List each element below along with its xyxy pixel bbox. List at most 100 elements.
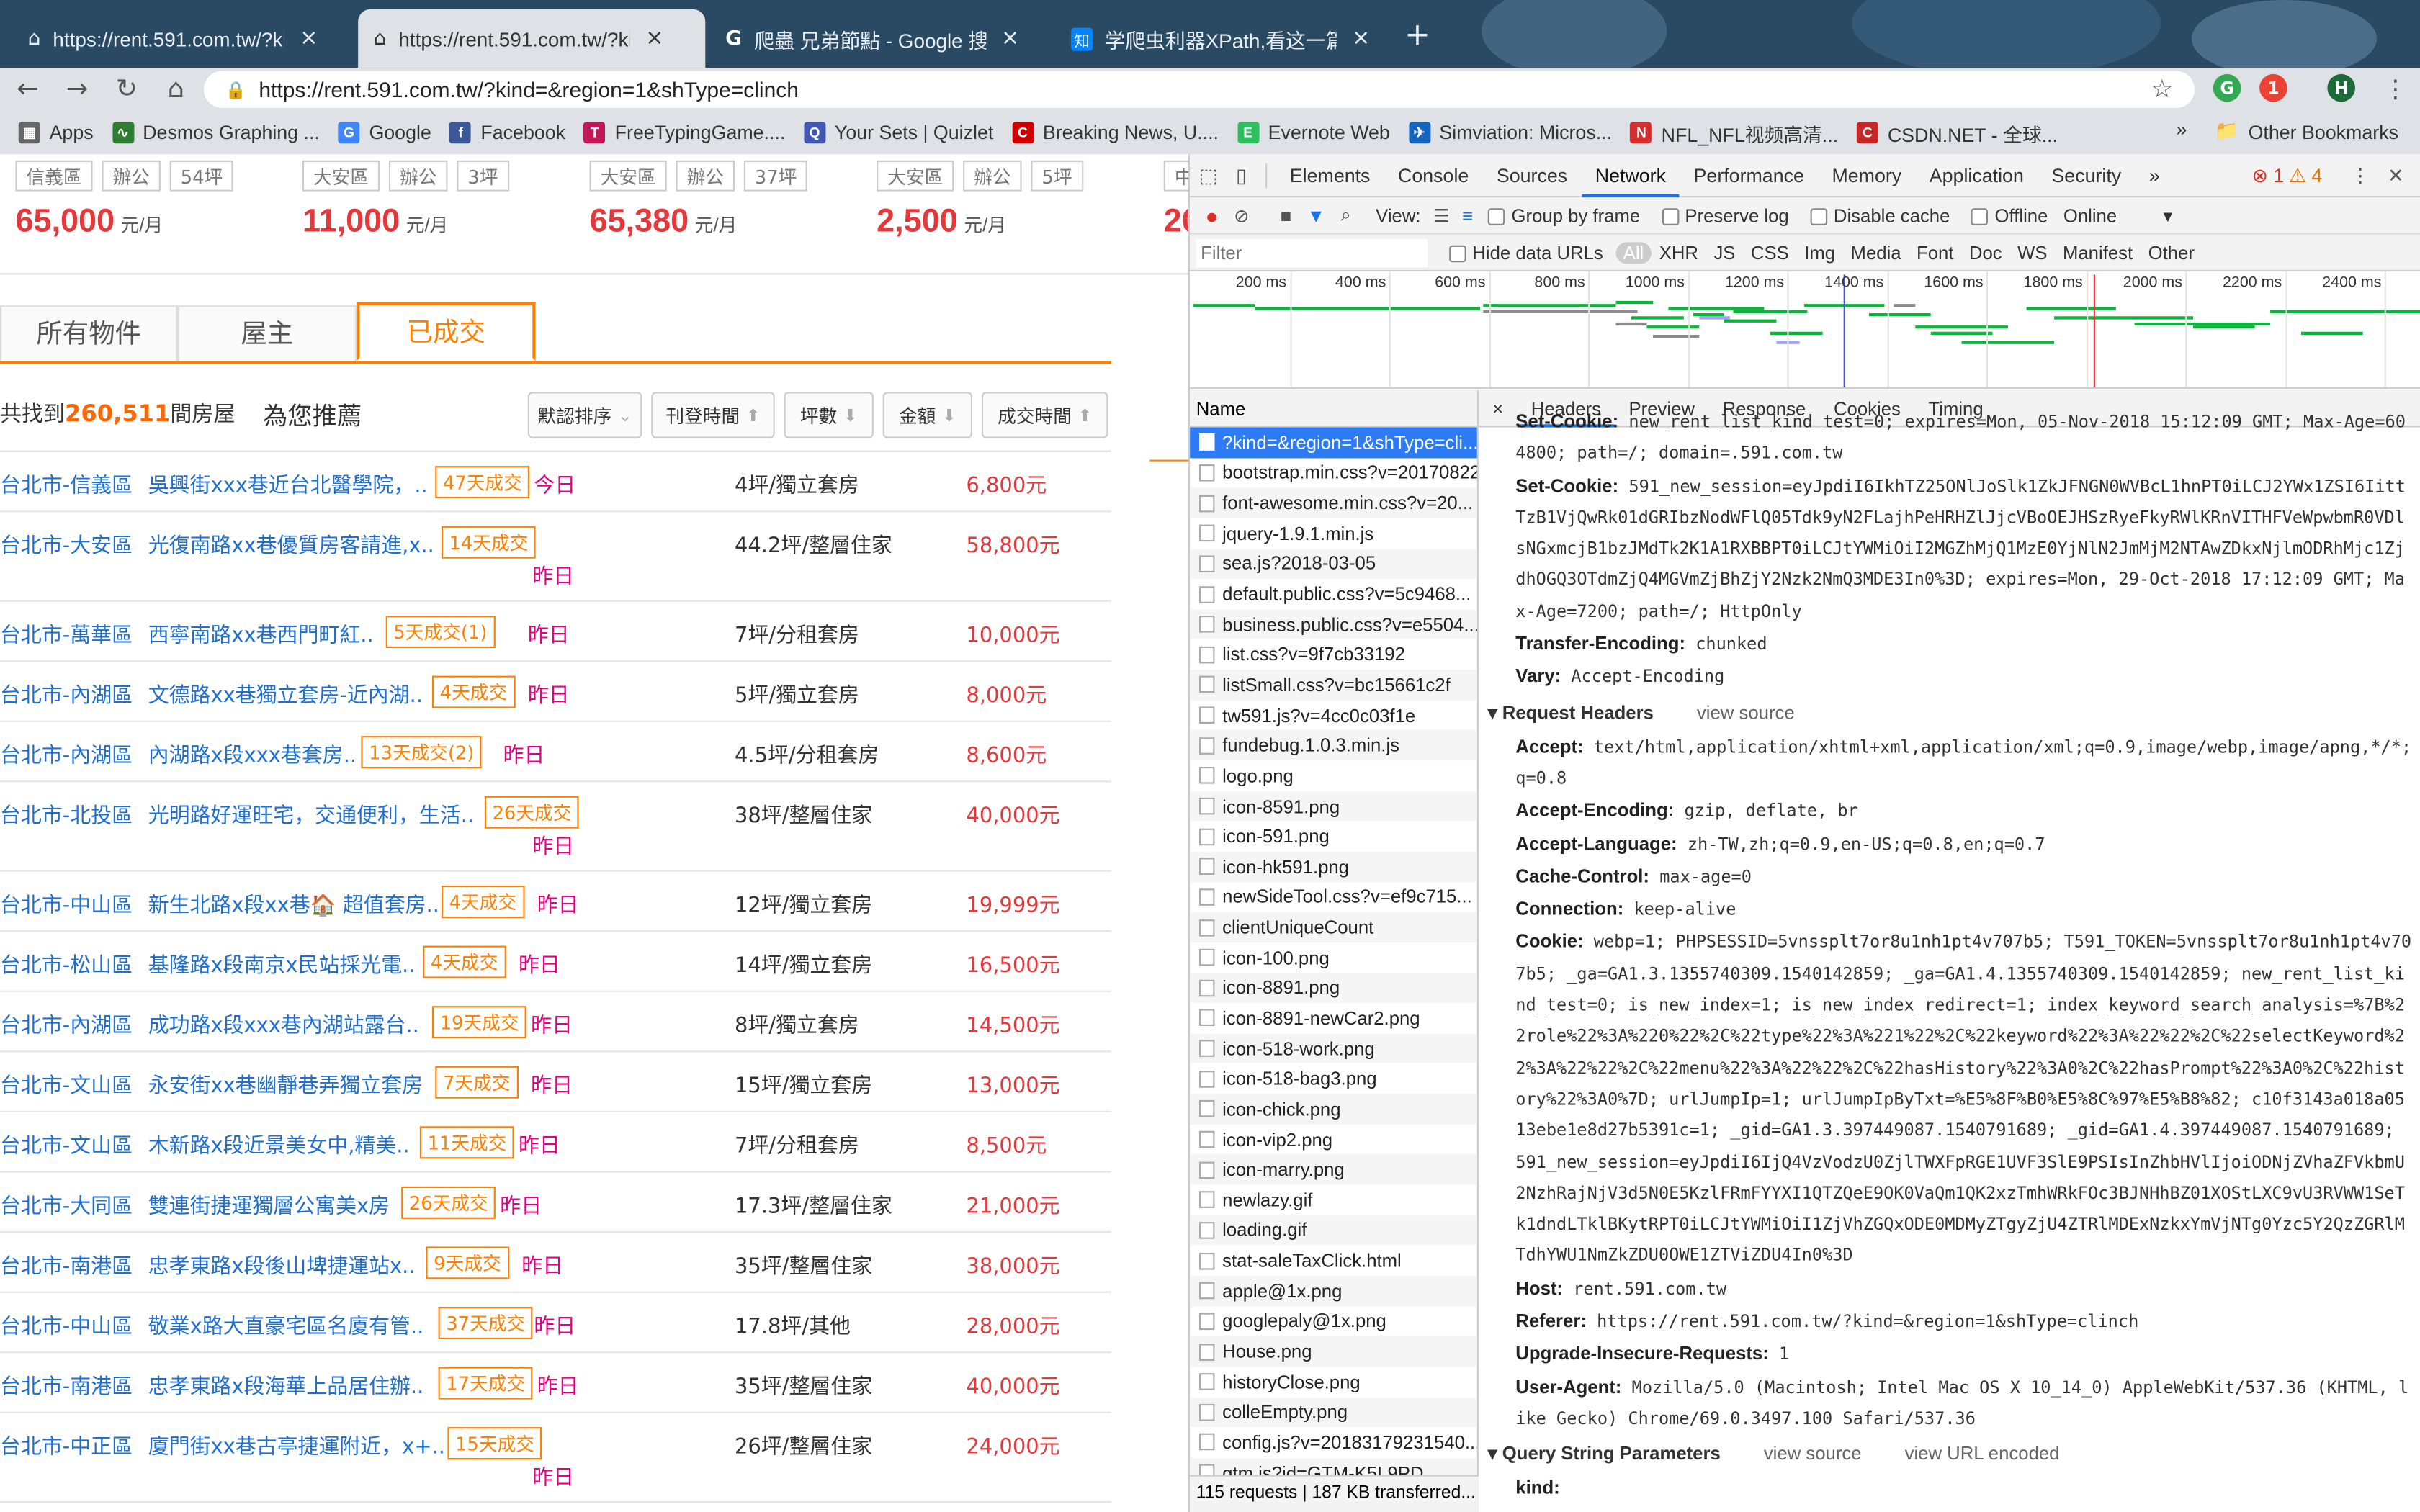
bookmark-google[interactable]: G Google [338,122,431,144]
type-filter-xhr[interactable]: XHR [1652,241,1706,263]
sort-deal-time-button[interactable]: 成交時間 ⬆ [981,392,1108,438]
listing-area-link[interactable]: 台北市-內湖區 [0,678,133,708]
listing-title-link[interactable]: 廈門街xx巷古亭捷運附近，x+.. [148,1428,445,1459]
address-bar[interactable]: 🔒 https://rent.591.com.tw/?kind=&region=… [203,71,2195,108]
top-listing-card[interactable]: 大安區 辦公 5坪 2,500 元/月 [877,154,1162,240]
listing-title-link[interactable]: 永安街xx巷幽靜巷弄獨立套房 [148,1068,423,1098]
bookmark-facebook[interactable]: f Facebook [449,122,565,144]
close-icon[interactable]: × [645,26,663,50]
request-row[interactable]: bootstrap.min.css?v=20170822 [1190,458,1477,488]
request-row[interactable]: icon-marry.png [1190,1154,1477,1185]
listing-row[interactable]: 台北市-信義區 吳興街xxx巷近台北醫學院，.. 47天成交 今日 4坪/獨立套房 6,8… [0,452,1111,513]
close-icon[interactable]: × [300,26,318,50]
bookmark-evernote[interactable]: E Evernote Web [1237,122,1390,144]
menu-icon[interactable]: ⋮ [2383,74,2408,104]
request-row[interactable]: sea.js?2018-03-05 [1190,548,1477,580]
listing-area-link[interactable]: 台北市-文山區 [0,1068,133,1098]
type-filter-img[interactable]: Img [1797,241,1843,263]
hide-data-urls-checkbox[interactable]: Hide data URLs [1449,241,1603,263]
type-filter-all[interactable]: All [1615,241,1652,264]
listing-area-link[interactable]: 台北市-北投區 [0,798,133,828]
extension-badge-icon[interactable]: 1 [2259,73,2287,102]
listing-title-link[interactable]: 敬業x路大直豪宅區名廈有管.. [148,1308,424,1339]
type-filter-manifest[interactable]: Manifest [2055,241,2141,263]
request-row[interactable]: list.css?v=9f7cb33192 [1190,639,1477,670]
tab-all-listings[interactable]: 所有物件 [0,305,178,361]
group-by-frame-checkbox[interactable]: Group by frame [1488,204,1640,226]
listing-title-link[interactable]: 忠孝東路x段後山埤捷運站x.. [148,1248,416,1279]
listing-title-link[interactable]: 文德路xx巷獨立套房-近內湖.. [148,678,423,708]
bookmark-apps[interactable]: ▦ Apps [18,122,94,144]
request-row[interactable]: colleEmpty.png [1190,1397,1477,1428]
device-toolbar-icon[interactable]: ▯ [1227,163,1255,186]
inspect-icon[interactable]: ⬚ [1190,163,1227,186]
request-row[interactable]: icon-518-work.png [1190,1033,1477,1064]
listing-title-link[interactable]: 木新路x段近景美女中,精美.. [148,1128,410,1158]
request-row[interactable]: icon-591.png [1190,822,1477,852]
waterfall-view-icon[interactable]: ≡ [1462,204,1473,226]
home-icon[interactable]: ⌂ [154,74,197,105]
request-row[interactable]: jquery-1.9.1.min.js [1190,518,1477,549]
request-row[interactable]: logo.png [1190,761,1477,791]
listing-row[interactable]: 台北市-中山區 新生北路x段xx巷🏠 超值套房.. 4天成交 昨日 12坪/獨立套房 19… [0,872,1111,932]
listing-row[interactable]: 台北市-萬華區 西寧南路xx巷西門町紅.. 5天成交(1) 昨日 7坪/分租套房 10,0… [0,602,1111,662]
request-row[interactable]: icon-8891.png [1190,973,1477,1004]
sort-post-time-button[interactable]: 刊登時間 ⬆ [651,392,775,438]
top-listing-card[interactable]: 大安區 辦公 37坪 65,380 元/月 [589,154,875,240]
forward-icon[interactable]: → [55,74,99,105]
type-filter-css[interactable]: CSS [1743,241,1796,263]
video-camera-icon[interactable]: ■ [1281,204,1292,226]
listing-area-link[interactable]: 台北市-大同區 [0,1188,133,1219]
request-row[interactable]: icon-100.png [1190,942,1477,973]
request-row[interactable]: stat-saleTaxClick.html [1190,1246,1477,1276]
type-filter-js[interactable]: JS [1706,241,1743,263]
warning-count-icon[interactable]: ⚠ 4 [2289,163,2322,186]
devtools-tab-console[interactable]: Console [1384,153,1483,197]
profile-avatar[interactable]: H [2327,73,2355,102]
listing-row[interactable]: 台北市-中山區 敬業x路大直豪宅區名廈有管.. 37天成交 昨日 17.8坪/其他 28,… [0,1293,1111,1354]
devtools-tab-application[interactable]: Application [1916,153,2038,197]
listing-area-link[interactable]: 台北市-中正區 [0,1428,133,1459]
devtools-menu-icon[interactable]: ⋮ [2351,163,2370,186]
type-filter-ws[interactable]: WS [2009,241,2055,263]
request-headers-section[interactable]: ▾ Request Headers view source [1479,694,2420,731]
record-icon[interactable]: ● [1206,203,1219,228]
request-row[interactable]: tw591.js?v=4cc0c03f1e [1190,700,1477,730]
close-icon[interactable]: × [1352,26,1370,50]
request-row[interactable]: apple@1x.png [1190,1276,1477,1307]
search-icon[interactable]: ⌕ [1340,204,1350,227]
disable-cache-checkbox[interactable]: Disable cache [1810,204,1950,226]
clear-icon[interactable]: ⊘ [1234,204,1250,226]
offline-checkbox[interactable]: Offline [1971,204,2048,226]
listing-title-link[interactable]: 光復南路xx巷優質房客請進,x.. [148,528,434,558]
more-bookmarks-button[interactable]: » [2176,119,2187,140]
tab-closed-deals[interactable]: 已成交 [356,302,536,361]
listing-area-link[interactable]: 台北市-南港區 [0,1369,133,1399]
query-params-section[interactable]: ▾ Query String Parameters view source view… [1479,1435,2420,1472]
filter-icon[interactable]: ▼ [1307,204,1325,226]
listing-row[interactable]: 台北市-文山區 永安街xx巷幽靜巷弄獨立套房 7天成交 昨日 15坪/獨立套房 13,00… [0,1052,1111,1112]
request-row[interactable]: icon-8891-newCar2.png [1190,1003,1477,1033]
listing-row[interactable]: 台北市-內湖區 內湖路x段xxx巷套房.. 13天成交(2) 昨日 4.5坪/分租套房 8… [0,722,1111,783]
listing-row[interactable]: 台北市-內湖區 成功路x段xxx巷內湖站露台.. 19天成交 昨日 8坪/獨立套房 14,… [0,992,1111,1053]
request-row[interactable]: loading.gif [1190,1215,1477,1246]
listing-row[interactable]: 台北市-大安區 光復南路xx巷優質房客請進,x.. 14天成交 昨日 44.2坪/整層住… [0,512,1111,602]
name-column-header[interactable]: Name [1190,390,1477,428]
new-tab-button[interactable]: + [1404,15,1430,52]
sort-price-button[interactable]: 金額 ⬇ [882,392,972,438]
extension-g-icon[interactable]: G [2213,73,2241,102]
filter-input[interactable] [1196,238,1428,266]
listing-area-link[interactable]: 台北市-大安區 [0,528,133,558]
sort-default-button[interactable]: 默認排序 ⌄ [527,392,642,438]
more-tabs-button[interactable]: » [2135,153,2173,197]
request-row[interactable]: icon-8591.png [1190,791,1477,822]
listing-title-link[interactable]: 西寧南路xx巷西門町紅.. [148,617,374,648]
browser-tab-3[interactable]: G 爬蟲 兄弟節點 - Google 搜尋 × [710,9,1053,68]
listing-title-link[interactable]: 基隆路x段南京x民站採光電.. [148,948,416,978]
listing-area-link[interactable]: 台北市-內湖區 [0,737,133,768]
listing-row[interactable]: 台北市-大同區 雙連街捷運獨層公寓美x房 26天成交 昨日 17.3坪/整層住家 21,0… [0,1173,1111,1233]
listing-area-link[interactable]: 台北市-中山區 [0,887,133,918]
request-row[interactable]: fundebug.1.0.3.min.js [1190,730,1477,761]
devtools-tab-elements[interactable]: Elements [1276,153,1384,197]
browser-tab-2-active[interactable]: ⌂ https://rent.591.com.tw/?kind= × [358,9,706,68]
